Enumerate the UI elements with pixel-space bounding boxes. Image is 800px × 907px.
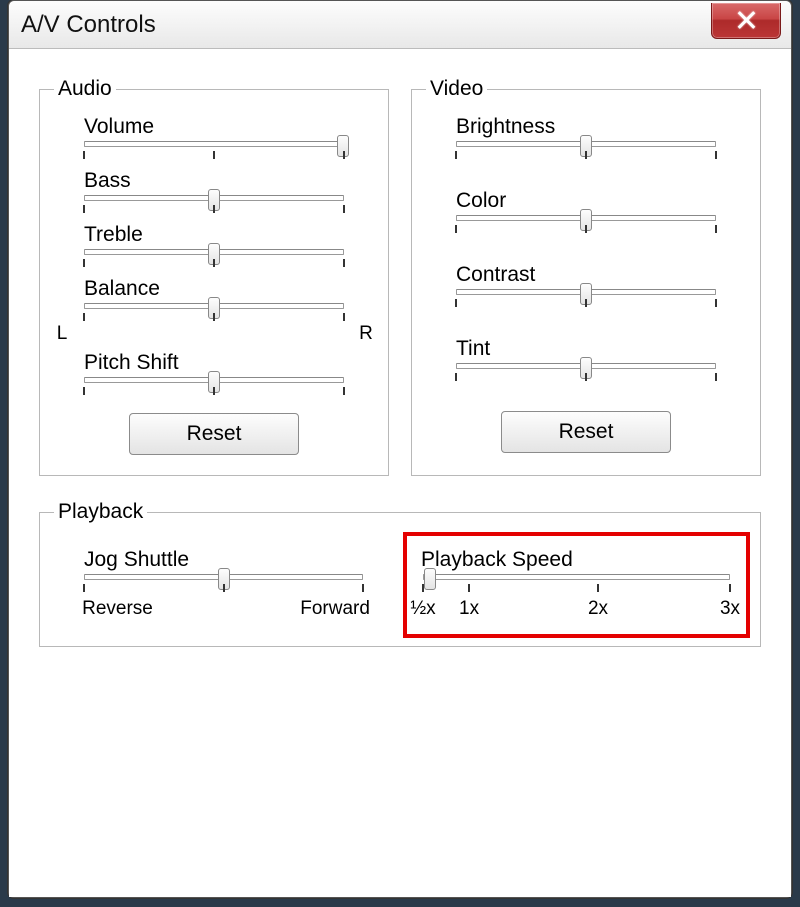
speed-tick-label: 1x xyxy=(459,598,479,620)
speed-tick-label: 3x xyxy=(720,598,740,620)
playback-group: Playback Jog Shuttle xyxy=(39,500,761,647)
pitch-shift-block: Pitch Shift xyxy=(58,351,370,399)
speed-tick xyxy=(597,584,599,592)
close-button[interactable] xyxy=(711,3,781,39)
playback-speed-col: Playback Speed ½x 1x 2x 3x xyxy=(411,532,742,626)
jog-shuttle-slider[interactable] xyxy=(84,574,363,580)
client-area: Audio Volume Bass xyxy=(9,49,791,897)
tint-block: Tint xyxy=(430,337,742,385)
playback-speed-slider[interactable] xyxy=(423,574,730,580)
speed-tick-label: ½x xyxy=(410,598,435,620)
playback-speed-label: Playback Speed xyxy=(411,548,742,572)
audio-reset-button[interactable]: Reset xyxy=(129,413,299,455)
speed-tick-label: 2x xyxy=(588,598,608,620)
bass-block: Bass xyxy=(58,169,370,217)
color-slider[interactable] xyxy=(456,215,716,221)
balance-left-label: L xyxy=(57,323,68,345)
treble-block: Treble xyxy=(58,223,370,271)
brightness-block: Brightness xyxy=(430,115,742,163)
speed-tick xyxy=(422,584,424,592)
balance-block: Balance L R xyxy=(58,277,370,345)
video-reset-button[interactable]: Reset xyxy=(501,411,671,453)
color-block: Color xyxy=(430,189,742,237)
jog-reverse-label: Reverse xyxy=(82,598,153,620)
speed-tick xyxy=(468,584,470,592)
titlebar: A/V Controls xyxy=(9,1,791,49)
contrast-block: Contrast xyxy=(430,263,742,311)
treble-slider[interactable] xyxy=(84,249,344,255)
jog-shuttle-col: Jog Shuttle Reverse xyxy=(58,532,389,626)
close-icon xyxy=(737,11,755,29)
volume-slider[interactable] xyxy=(84,141,344,147)
pitch-shift-slider[interactable] xyxy=(84,377,344,383)
video-legend: Video xyxy=(426,77,487,101)
balance-right-label: R xyxy=(359,323,373,345)
jog-forward-label: Forward xyxy=(300,598,370,620)
window-title: A/V Controls xyxy=(21,11,156,39)
video-group: Video Brightness xyxy=(411,77,761,476)
volume-label: Volume xyxy=(58,115,370,139)
speed-tick xyxy=(729,584,731,592)
av-controls-window: A/V Controls Audio Volume xyxy=(8,0,792,898)
balance-slider[interactable] xyxy=(84,303,344,309)
brightness-slider[interactable] xyxy=(456,141,716,147)
jog-shuttle-block: Jog Shuttle Reverse xyxy=(58,548,389,620)
volume-block: Volume xyxy=(58,115,370,163)
audio-legend: Audio xyxy=(54,77,116,101)
bass-slider[interactable] xyxy=(84,195,344,201)
audio-group: Audio Volume Bass xyxy=(39,77,389,476)
tint-slider[interactable] xyxy=(456,363,716,369)
playback-legend: Playback xyxy=(54,500,147,524)
playback-speed-block: Playback Speed ½x 1x 2x 3x xyxy=(411,548,742,620)
contrast-slider[interactable] xyxy=(456,289,716,295)
